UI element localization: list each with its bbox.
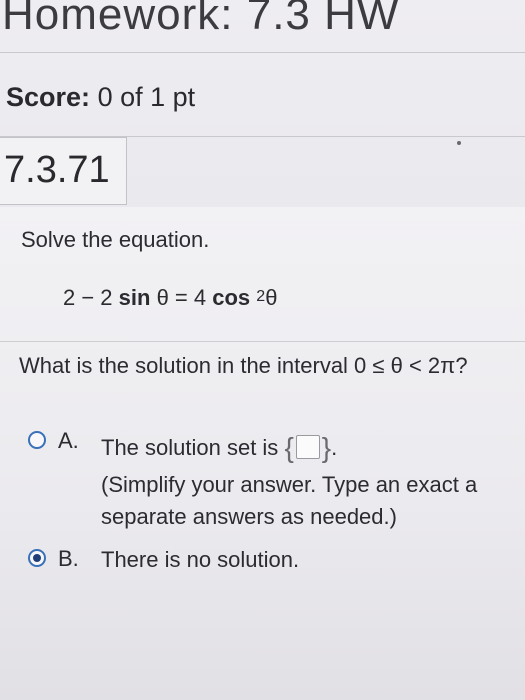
marker-dot-icon xyxy=(457,141,461,145)
equation-sin: sin xyxy=(118,285,151,310)
question-instruction: Solve the equation. xyxy=(21,227,210,252)
option-b-letter: B. xyxy=(58,546,79,571)
question-id-tab: 7.3.71 xyxy=(0,137,127,205)
score-label: Score: xyxy=(6,82,91,112)
option-a-line1: The solution set is xyxy=(101,435,279,460)
option-a-text: The solution set is {}. xyxy=(101,431,337,466)
score-value: 0 of 1 pt xyxy=(97,82,196,112)
equation-mid: θ = 4 xyxy=(150,285,213,310)
question-panel: Solve the equation. 2 − 2 sin θ = 4 cos … xyxy=(0,207,525,700)
option-a-letter: A. xyxy=(58,428,79,453)
question-id: 7.3.71 xyxy=(4,149,110,191)
option-b-radio[interactable] xyxy=(28,549,46,567)
header-divider xyxy=(0,52,525,53)
option-a-line2: (Simplify your answer. Type an exact a xyxy=(101,472,478,497)
left-brace-icon: { xyxy=(284,431,294,463)
score-display: Score: 0 of 1 pt xyxy=(6,82,195,113)
option-a-line3: separate answers as needed.) xyxy=(101,504,397,529)
equation-exponent: 2 xyxy=(256,288,266,305)
equation-lhs: 2 − 2 xyxy=(63,285,113,310)
answer-input-box[interactable] xyxy=(295,435,320,460)
option-b-text: There is no solution. xyxy=(101,547,300,572)
equation-cos: cos xyxy=(212,285,251,310)
page: Homework: 7.3 HW Score: 0 of 1 pt 7.3.71… xyxy=(0,0,525,700)
equation-end: θ xyxy=(265,285,278,310)
question-equation: 2 − 2 sin θ = 4 cos 2θ xyxy=(63,285,277,311)
option-a-period: . xyxy=(331,435,338,460)
question-prompt: What is the solution in the interval 0 ≤… xyxy=(19,353,468,378)
option-a-radio[interactable] xyxy=(28,431,46,449)
question-divider xyxy=(0,341,525,342)
page-title: Homework: 7.3 HW xyxy=(2,0,400,39)
right-brace-icon: } xyxy=(321,431,332,463)
